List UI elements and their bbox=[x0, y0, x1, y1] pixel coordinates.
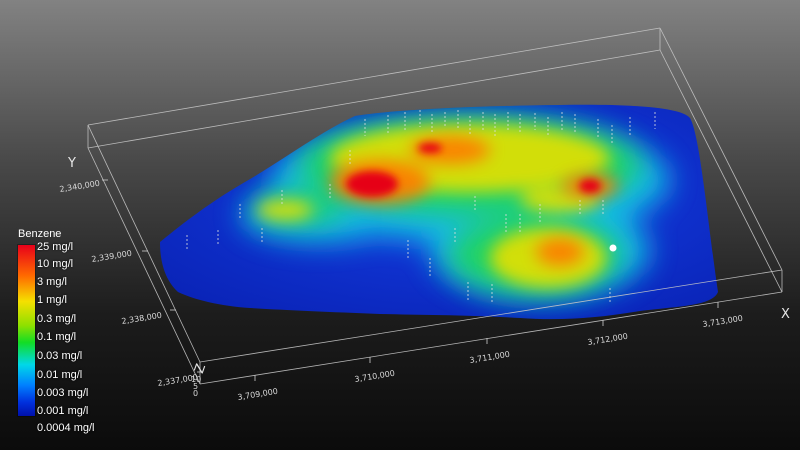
legend-color-scale bbox=[18, 245, 35, 416]
legend-label: 0.001 mg/l bbox=[37, 405, 89, 417]
legend-label: 0.0004 mg/l bbox=[37, 422, 95, 434]
legend-label: 1 mg/l bbox=[37, 294, 67, 306]
legend-label: 10 mg/l bbox=[37, 258, 74, 270]
x-tick-labels: 3,709,000 3,710,000 3,711,000 3,712,000 … bbox=[237, 314, 744, 402]
legend-label: 25 mg/l bbox=[37, 241, 74, 253]
y-tick-label: 2,340,000 bbox=[59, 179, 101, 194]
x-tick-label: 3,710,000 bbox=[354, 369, 396, 384]
z-tick-label: 0 bbox=[193, 389, 198, 398]
legend-title: Benzene bbox=[18, 228, 62, 240]
x-tick-label: 3,712,000 bbox=[587, 332, 629, 347]
legend-label: 0.1 mg/l bbox=[37, 331, 77, 343]
legend-label: 0.01 mg/l bbox=[37, 369, 83, 381]
x-axis-letter: X bbox=[781, 307, 790, 322]
legend-label: 0.03 mg/l bbox=[37, 350, 83, 362]
x-tick-label: 3,711,000 bbox=[469, 350, 511, 365]
legend-label: 0.003 mg/l bbox=[37, 387, 89, 399]
x-tick-label: 3,709,000 bbox=[237, 387, 279, 402]
benzene-plume-surface bbox=[160, 104, 718, 320]
legend-label: 3 mg/l bbox=[37, 276, 67, 288]
marker-point bbox=[609, 244, 617, 252]
x-tick-label: 3,713,000 bbox=[702, 314, 744, 329]
concentration-legend: Benzene 25 mg/l 10 mg/l 3 mg/l 1 mg/l 0.… bbox=[18, 228, 128, 438]
legend-label: 0.3 mg/l bbox=[37, 313, 77, 325]
y-axis-letter: Y bbox=[67, 156, 76, 171]
z-tick-labels: 10 5 0 bbox=[191, 375, 201, 398]
